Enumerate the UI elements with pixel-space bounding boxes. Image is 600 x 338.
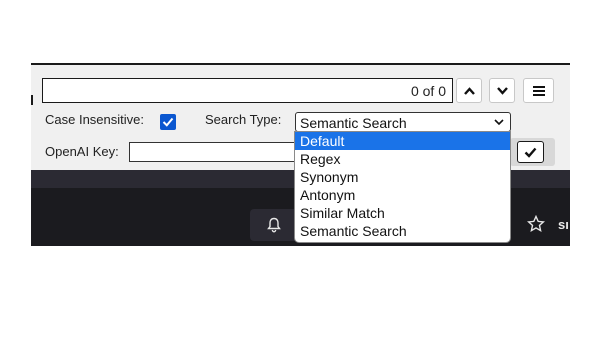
- bell-icon: [267, 217, 281, 233]
- confirm-key-button[interactable]: [517, 141, 544, 163]
- next-match-button[interactable]: [489, 78, 515, 103]
- panel-edge-mark: [31, 95, 33, 105]
- star-icon[interactable]: [527, 215, 545, 233]
- openai-key-label: OpenAI Key:: [45, 144, 119, 159]
- dropdown-option[interactable]: Antonym: [295, 186, 510, 204]
- dropdown-option[interactable]: Default: [295, 132, 510, 150]
- notifications-button[interactable]: [250, 209, 300, 241]
- openai-key-input[interactable]: [129, 142, 299, 162]
- dropdown-option[interactable]: Semantic Search: [295, 222, 510, 240]
- previous-match-button[interactable]: [456, 78, 482, 103]
- match-count: 0 of 0: [410, 83, 446, 99]
- chevron-down-icon: [497, 87, 508, 95]
- menu-button[interactable]: [523, 78, 554, 103]
- checkmark-icon: [524, 147, 537, 158]
- search-type-value: Semantic Search: [300, 115, 407, 131]
- hamburger-menu-icon: [533, 86, 545, 96]
- dropdown-option[interactable]: Regex: [295, 150, 510, 168]
- screenshot-region: 0 of 0 Case Insensitive: Search Type: Se…: [31, 63, 570, 246]
- dropdown-option[interactable]: Synonym: [295, 168, 510, 186]
- dropdown-option[interactable]: Similar Match: [295, 204, 510, 222]
- search-type-dropdown[interactable]: Default Regex Synonym Antonym Similar Ma…: [294, 131, 511, 243]
- case-insensitive-checkbox[interactable]: [160, 114, 176, 130]
- search-type-select[interactable]: Semantic Search: [295, 112, 511, 132]
- search-type-label: Search Type:: [205, 112, 282, 127]
- toolbar-cut-text: sı: [558, 217, 569, 232]
- chevron-down-icon: [494, 119, 504, 126]
- case-insensitive-label: Case Insensitive:: [45, 112, 144, 127]
- search-input[interactable]: 0 of 0: [42, 78, 453, 103]
- checkmark-icon: [162, 117, 174, 127]
- chevron-up-icon: [464, 87, 475, 95]
